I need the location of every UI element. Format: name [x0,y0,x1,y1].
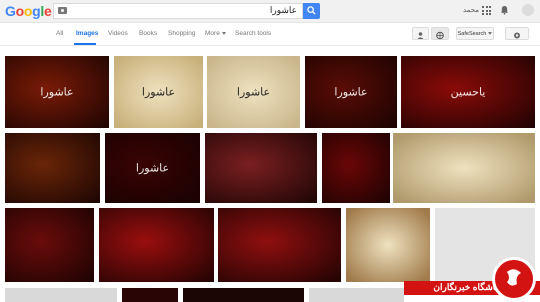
image-result[interactable]: عاشورا [5,56,109,128]
globe-icon [436,31,444,40]
image-result[interactable] [309,288,404,302]
logo-letter: o [15,3,25,19]
image-result[interactable] [393,133,535,203]
active-tab-indicator [74,43,96,45]
news-agency-watermark: باشگاه خبرنگاران [404,257,540,302]
image-result[interactable]: عاشورا [105,133,200,203]
tab-shopping[interactable]: Shopping [168,30,195,37]
image-result-caption: عاشورا [135,161,170,175]
image-result[interactable] [5,208,94,282]
search-input[interactable]: عاشورا [53,3,303,19]
camera-icon[interactable] [58,7,67,14]
search-query[interactable]: عاشورا [270,5,297,16]
search-tabs: All Images Videos Books Shopping More Se… [0,23,540,46]
chevron-down-icon [221,31,226,35]
image-result[interactable] [99,208,214,282]
avatar[interactable] [522,4,534,16]
logo-letter: e [43,3,52,19]
image-result-caption: عاشورا [236,85,271,99]
user-filter-button[interactable] [412,27,429,40]
apps-grid-icon[interactable] [482,6,491,15]
tab-all[interactable]: All [56,30,63,37]
settings-button[interactable] [505,27,529,40]
image-result[interactable]: عاشورا [305,56,397,128]
tab-videos[interactable]: Videos [108,30,128,37]
tab-more-label: More [205,30,220,37]
logo-letter: g [32,3,41,19]
user-name[interactable]: محمد [463,6,479,14]
tab-search-tools[interactable]: Search tools [235,30,271,37]
image-result-caption: عاشورا [141,85,176,99]
search-button[interactable] [303,3,320,19]
person-icon [417,32,424,39]
tab-images[interactable]: Images [76,30,98,37]
image-result[interactable] [322,133,390,203]
search-icon [307,6,316,15]
google-logo[interactable]: Google [5,3,52,19]
logo-letter: G [5,3,16,19]
safesearch-label: SafeSearch [457,31,487,37]
image-result[interactable] [183,288,304,302]
safesearch-button[interactable]: SafeSearch [456,27,494,40]
agency-logo-icon [492,257,536,301]
image-result-caption: یاحسین [450,85,486,99]
image-result[interactable] [218,208,341,282]
image-result[interactable] [5,288,117,302]
image-result[interactable]: عاشورا [114,56,203,128]
image-result[interactable] [5,133,100,203]
tab-more[interactable]: More [205,30,226,37]
image-result[interactable]: یاحسین [401,56,535,128]
image-result-caption: عاشورا [40,85,74,99]
image-result-caption: عاشورا [334,85,368,99]
logo-letter: o [23,3,33,19]
gear-icon [514,32,520,39]
watermark-text: باشگاه خبرنگاران [433,282,498,292]
image-result[interactable] [122,288,178,302]
tab-books[interactable]: Books [139,30,157,37]
image-result[interactable]: عاشورا [207,56,300,128]
google-header: Google عاشورا محمد [0,0,540,23]
notifications-icon[interactable] [500,5,509,15]
image-result[interactable] [205,133,317,203]
chevron-down-icon [488,32,493,36]
globe-filter-button[interactable] [431,27,449,40]
